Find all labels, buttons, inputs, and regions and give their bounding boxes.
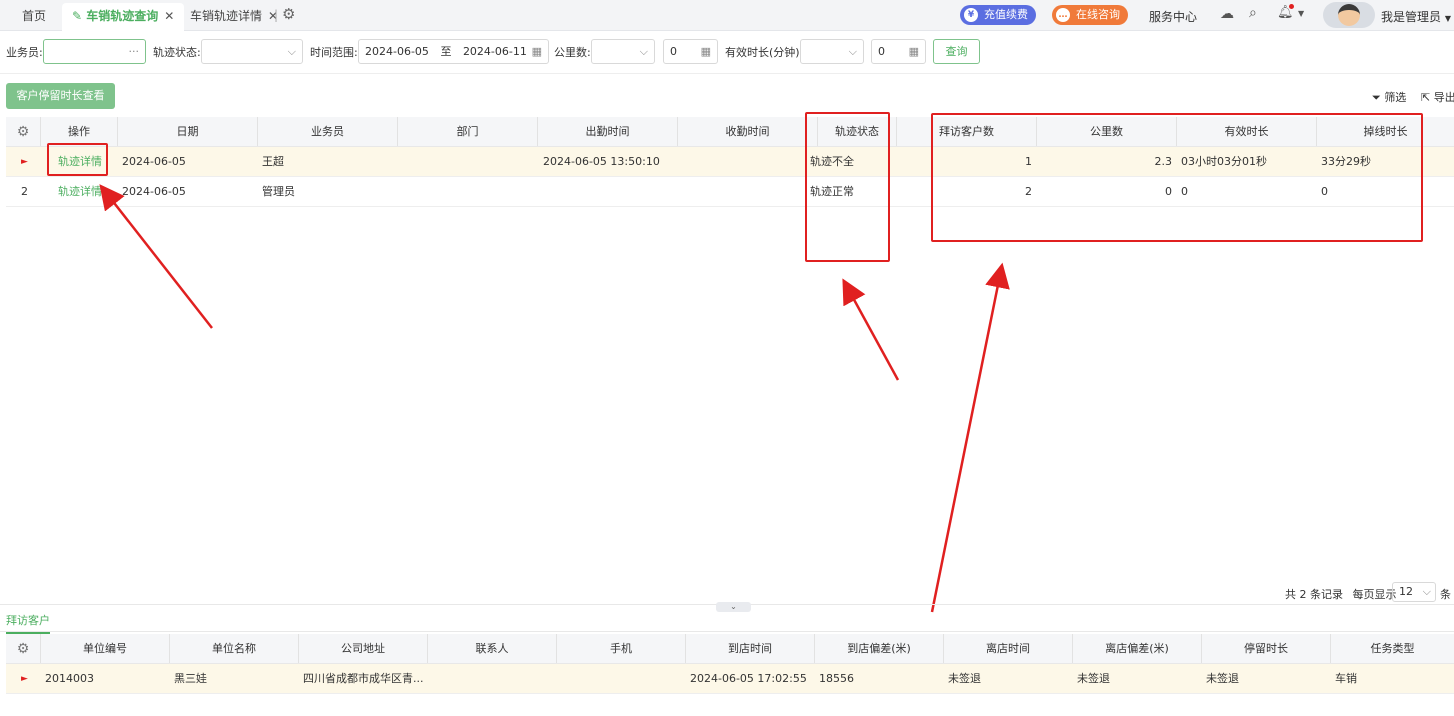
cell-address: 四川省成都市成华区青... — [303, 672, 424, 685]
arrow-to-metrics — [930, 262, 1010, 613]
total-count: 共 2 条记录 — [1285, 588, 1343, 601]
col-header[interactable]: 单位编号 — [40, 634, 169, 663]
col-header[interactable]: 联系人 — [427, 634, 556, 663]
pagination: 共 2 条记录 每页显示 — [1285, 586, 1397, 602]
chevron-down-icon: ⌵ — [1422, 585, 1431, 598]
cell-leave: 未签退 — [948, 672, 981, 685]
cell-task: 车销 — [1335, 672, 1357, 685]
cell-name: 黑三娃 — [174, 672, 207, 685]
table-row[interactable]: ► 2014003 黑三娃 四川省成都市成华区青... 2024-06-05 1… — [6, 664, 1454, 694]
per-page-label: 每页显示 — [1352, 588, 1397, 601]
cell-code: 2014003 — [45, 672, 94, 685]
col-header[interactable]: 任务类型 — [1330, 634, 1454, 663]
per-page-value: 12 — [1399, 585, 1413, 598]
gear-icon[interactable]: ⚙ — [6, 634, 40, 663]
divider — [0, 631, 1454, 632]
arrow-to-status — [842, 278, 900, 381]
col-header[interactable]: 到店时间 — [685, 634, 814, 663]
current-row-icon: ► — [21, 674, 28, 684]
col-header[interactable]: 手机 — [556, 634, 685, 663]
collapse-toggle[interactable]: ⌄ — [716, 602, 751, 612]
cell-arrive-deviation: 18556 — [819, 672, 854, 685]
col-header[interactable]: 离店偏差(米) — [1072, 634, 1201, 663]
col-header[interactable]: 到店偏差(米) — [814, 634, 943, 663]
cell-arrive: 2024-06-05 17:02:55 — [690, 672, 807, 685]
arrow-to-operation — [99, 184, 213, 329]
chevron-down-icon: ⌄ — [730, 602, 737, 611]
col-header[interactable]: 离店时间 — [943, 634, 1072, 663]
per-page-select[interactable]: 12 ⌵ — [1392, 582, 1436, 602]
cell-stay: 未签退 — [1206, 672, 1239, 685]
col-header[interactable]: 停留时长 — [1201, 634, 1330, 663]
col-header[interactable]: 单位名称 — [169, 634, 298, 663]
per-page-unit: 条 — [1440, 588, 1451, 601]
col-header[interactable]: 公司地址 — [298, 634, 427, 663]
visits-table-header: ⚙ 单位编号 单位名称 公司地址 联系人 手机 到店时间 到店偏差(米) 离店时… — [6, 634, 1454, 664]
cell-leave-deviation: 未签退 — [1077, 672, 1110, 685]
